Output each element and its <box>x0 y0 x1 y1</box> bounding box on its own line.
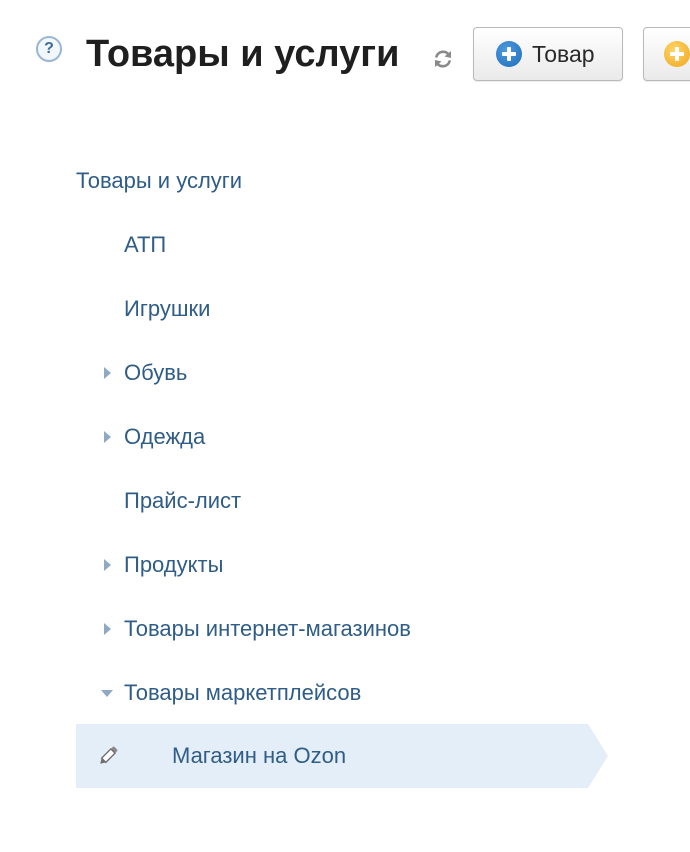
tree-item-label: АТП <box>124 232 167 257</box>
tree-expander-slot <box>98 294 124 324</box>
tree-item-label: Магазин на Ozon <box>172 743 347 768</box>
tree-item[interactable]: Обувь <box>98 358 187 388</box>
tree-item-label: Прайс-лист <box>124 488 242 513</box>
tree-item-label: Продукты <box>124 552 224 577</box>
tree-item[interactable]: Товары маркетплейсов <box>98 678 361 708</box>
add-product-button[interactable]: Товар <box>473 27 623 81</box>
plus-circle-icon <box>664 41 690 67</box>
refresh-icon[interactable] <box>432 48 454 70</box>
add-product-button-label: Товар <box>532 40 595 67</box>
tree-expander-slot[interactable] <box>98 614 124 644</box>
add-second-button[interactable] <box>643 27 690 81</box>
tree-item-selected[interactable]: Магазин на Ozon <box>76 724 608 788</box>
tree-item-label: Игрушки <box>124 296 211 321</box>
tree-item[interactable]: Товары интернет-магазинов <box>98 614 411 644</box>
tree-expander-slot[interactable] <box>98 550 124 580</box>
tree-item[interactable]: Продукты <box>98 550 223 580</box>
plus-circle-icon <box>496 41 522 67</box>
tree-item-label: Одежда <box>124 424 206 449</box>
tree-item[interactable]: АТП <box>98 230 166 260</box>
expand-arrow-icon[interactable] <box>104 559 111 571</box>
pencil-icon[interactable] <box>96 744 120 768</box>
tree-item-label: Товары маркетплейсов <box>124 680 362 705</box>
page-title: Товары и услуги <box>86 33 400 75</box>
tree-item-label: Товары интернет-магазинов <box>124 616 411 641</box>
tree-expander-slot[interactable] <box>98 358 124 388</box>
tree-item[interactable]: Прайс-лист <box>98 486 241 516</box>
expand-arrow-icon[interactable] <box>104 623 111 635</box>
tree-item-label: Обувь <box>124 360 188 385</box>
expand-arrow-icon[interactable] <box>104 367 111 379</box>
tree-expander-slot <box>98 486 124 516</box>
expand-arrow-icon[interactable] <box>104 431 111 443</box>
help-icon[interactable]: ? <box>36 36 62 62</box>
tree-item[interactable]: Игрушки <box>98 294 210 324</box>
tree-expander-slot <box>98 230 124 260</box>
tree-root-link[interactable]: Товары и услуги <box>76 166 242 196</box>
tree-item[interactable]: Одежда <box>98 422 205 452</box>
collapse-arrow-icon[interactable] <box>101 690 113 697</box>
tree-expander-slot[interactable] <box>98 678 124 708</box>
tree-expander-slot[interactable] <box>98 422 124 452</box>
